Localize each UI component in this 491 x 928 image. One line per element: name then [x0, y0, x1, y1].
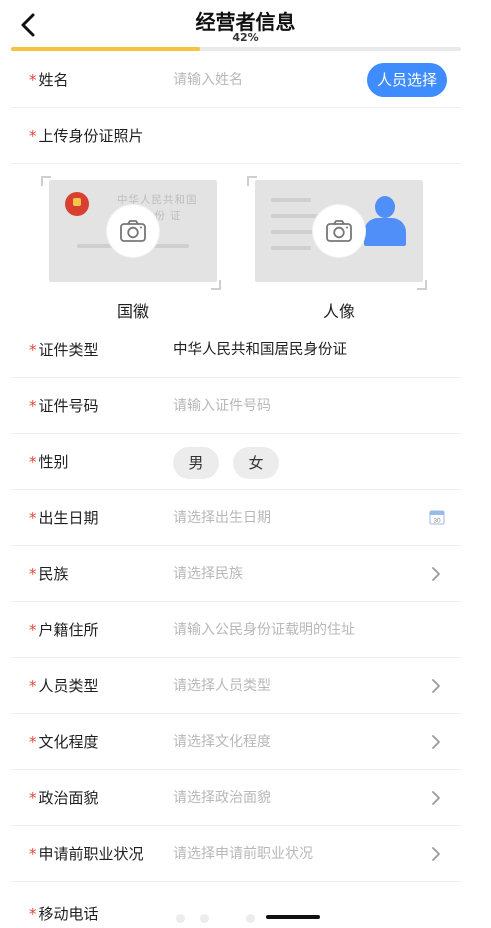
politics-select[interactable]: 请选择政治面貌 [173, 770, 271, 826]
camera-icon [120, 220, 146, 242]
chevron-right-icon [432, 847, 440, 861]
calendar-icon[interactable]: 30 [429, 509, 445, 525]
national-emblem-icon [65, 192, 89, 216]
gender-label: * 性别 [29, 434, 69, 490]
person-select-button[interactable]: 人员选择 [366, 63, 447, 97]
required-mark: * [29, 905, 37, 923]
card-line [271, 246, 311, 250]
name-label: * 姓名 [29, 52, 69, 108]
id-card-portrait-upload[interactable] [255, 180, 423, 282]
required-mark: * [29, 397, 37, 415]
mobile-row: * 移动电话 [11, 882, 461, 928]
emblem-caption: 国徽 [116, 302, 149, 321]
overlay-dot [176, 914, 185, 923]
birth-date-label-text: 出生日期 [38, 509, 99, 527]
politics-row[interactable]: * 政治面貌 请选择政治面貌 [11, 770, 461, 826]
id-number-row: * 证件号码 请输入证件号码 [11, 378, 461, 434]
id-number-label: * 证件号码 [29, 378, 99, 434]
residence-label-text: 户籍住所 [38, 621, 99, 639]
camera-button-back[interactable] [313, 205, 365, 257]
prior-job-row[interactable]: * 申请前职业状况 请选择申请前职业状况 [11, 826, 461, 882]
id-number-input[interactable]: 请输入证件号码 [173, 378, 271, 434]
mobile-label-text: 移动电话 [38, 905, 99, 923]
birth-date-picker[interactable]: 请选择出生日期 [173, 490, 271, 546]
gender-row: * 性别 男 女 [11, 434, 461, 490]
education-label-text: 文化程度 [38, 733, 99, 751]
mobile-label: * 移动电话 [29, 882, 99, 928]
calendar-day-text: 30 [433, 518, 441, 525]
politics-label: * 政治面貌 [29, 770, 99, 826]
ethnicity-select[interactable]: 请选择民族 [173, 546, 243, 602]
education-row[interactable]: * 文化程度 请选择文化程度 [11, 714, 461, 770]
chevron-right-icon [432, 791, 440, 805]
required-mark: * [29, 127, 37, 145]
upload-id-label-text: 上传身份证照片 [38, 127, 144, 145]
name-label-text: 姓名 [38, 71, 69, 89]
camera-button-front[interactable] [107, 205, 159, 257]
camera-icon [326, 220, 352, 242]
id-type-value[interactable]: 中华人民共和国居民身份证 [173, 322, 347, 378]
upload-id-row: * 上传身份证照片 [11, 108, 461, 164]
progress-bar [11, 47, 461, 51]
birth-date-row[interactable]: * 出生日期 请选择出生日期 30 [11, 490, 461, 546]
ethnicity-label: * 民族 [29, 546, 69, 602]
header: 经营者信息 42% [0, 0, 491, 51]
id-type-label-text: 证件类型 [38, 341, 99, 359]
person-type-select[interactable]: 请选择人员类型 [173, 658, 271, 714]
ethnicity-row[interactable]: * 民族 请选择民族 [11, 546, 461, 602]
id-type-label: * 证件类型 [29, 322, 99, 378]
card-line [271, 198, 311, 202]
required-mark: * [29, 621, 37, 639]
card-line [271, 230, 319, 234]
id-card-upload-area: 中华人民共和国 身份证 国徽 人像 [11, 166, 461, 322]
education-select[interactable]: 请选择文化程度 [173, 714, 271, 770]
id-card-emblem-upload[interactable]: 中华人民共和国 身份证 [49, 180, 217, 282]
portrait-caption: 人像 [322, 302, 355, 321]
chevron-right-icon [432, 735, 440, 749]
name-row: * 姓名 请输入姓名 人员选择 [11, 52, 461, 108]
required-mark: * [29, 71, 37, 89]
progress-percent: 42% [232, 31, 259, 44]
card-corner [417, 280, 427, 290]
person-type-label: * 人员类型 [29, 658, 99, 714]
politics-label-text: 政治面貌 [38, 789, 99, 807]
id-number-label-text: 证件号码 [38, 397, 99, 415]
required-mark: * [29, 677, 37, 695]
prior-job-select[interactable]: 请选择申请前职业状况 [173, 826, 313, 882]
required-mark: * [29, 845, 37, 863]
required-mark: * [29, 453, 37, 471]
overlay-dot [246, 914, 255, 923]
emblem-star [73, 198, 81, 206]
id-type-row[interactable]: * 证件类型 中华人民共和国居民身份证 [11, 322, 461, 378]
birth-date-label: * 出生日期 [29, 490, 99, 546]
residence-row: * 户籍住所 请输入公民身份证载明的住址 [11, 602, 461, 658]
gender-label-text: 性别 [38, 453, 69, 471]
progress-fill [11, 47, 200, 51]
chevron-right-icon [432, 679, 440, 693]
required-mark: * [29, 341, 37, 359]
required-mark: * [29, 509, 37, 527]
upload-id-label: * 上传身份证照片 [29, 108, 144, 164]
residence-input[interactable]: 请输入公民身份证载明的住址 [173, 602, 355, 658]
person-type-row[interactable]: * 人员类型 请选择人员类型 [11, 658, 461, 714]
name-input[interactable]: 请输入姓名 [173, 52, 243, 108]
home-indicator[interactable] [266, 915, 320, 919]
gender-female-option[interactable]: 女 [233, 447, 279, 479]
ethnicity-label-text: 民族 [38, 565, 69, 583]
card-corner [211, 280, 221, 290]
required-mark: * [29, 733, 37, 751]
prior-job-label: * 申请前职业状况 [29, 826, 144, 882]
education-label: * 文化程度 [29, 714, 99, 770]
prior-job-label-text: 申请前职业状况 [38, 845, 144, 863]
chevron-right-icon [432, 567, 440, 581]
required-mark: * [29, 565, 37, 583]
required-mark: * [29, 789, 37, 807]
residence-label: * 户籍住所 [29, 602, 99, 658]
gender-male-option[interactable]: 男 [173, 447, 219, 479]
portrait-avatar-head [375, 196, 395, 218]
overlay-dot [200, 914, 209, 923]
portrait-avatar-body [364, 218, 406, 246]
person-type-label-text: 人员类型 [38, 677, 99, 695]
